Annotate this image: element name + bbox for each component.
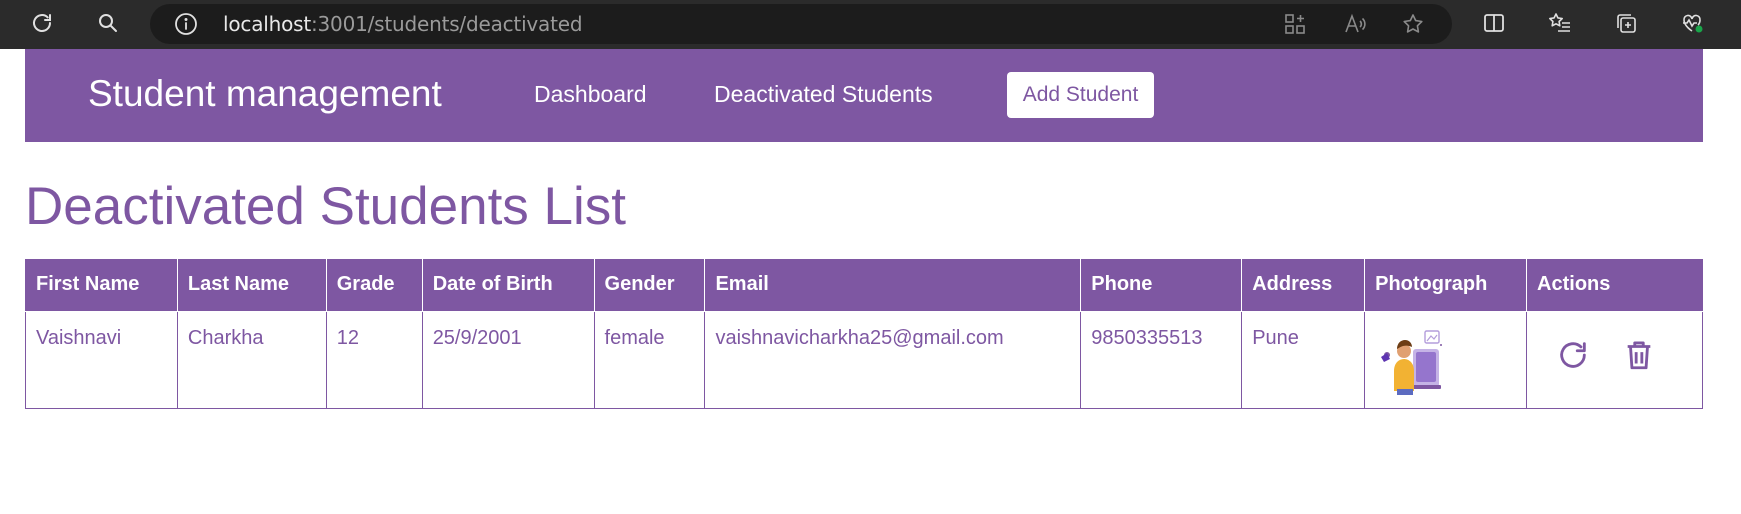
cell-actions bbox=[1526, 310, 1703, 409]
nav-link-deactivated-students[interactable]: Deactivated Students bbox=[714, 80, 933, 108]
column-header-last-name: Last Name bbox=[176, 259, 327, 312]
split-screen-icon[interactable] bbox=[1479, 8, 1509, 38]
cell-last-name: Charkha bbox=[176, 310, 327, 409]
delete-icon[interactable] bbox=[1619, 335, 1659, 375]
info-icon[interactable] bbox=[174, 12, 198, 36]
address-bar[interactable]: localhost:3001/students/deactivated bbox=[150, 4, 1452, 44]
column-header-address: Address bbox=[1241, 259, 1366, 312]
cell-gender: female bbox=[593, 310, 706, 409]
add-student-button[interactable]: Add Student bbox=[1007, 72, 1154, 118]
column-header-photograph: Photograph bbox=[1364, 259, 1528, 312]
column-header-date-of-birth: Date of Birth bbox=[421, 259, 595, 312]
url-host: localhost bbox=[223, 12, 311, 36]
restore-icon[interactable] bbox=[1553, 335, 1593, 375]
cell-address: Pune bbox=[1241, 310, 1366, 409]
url-path: :3001/students/deactivated bbox=[310, 12, 583, 36]
page-title: Deactivated Students List bbox=[25, 177, 627, 236]
cell-phone: 9850335513 bbox=[1080, 310, 1243, 409]
browser-health-icon[interactable] bbox=[1677, 8, 1707, 38]
column-header-gender: Gender bbox=[593, 259, 706, 312]
table-row: Vaishnavi Charkha 12 25/9/2001 female va… bbox=[25, 310, 1703, 409]
collections-icon[interactable] bbox=[1611, 8, 1641, 38]
column-header-actions: Actions bbox=[1526, 259, 1703, 312]
nav-link-dashboard[interactable]: Dashboard bbox=[534, 80, 647, 108]
app-navbar: Student management Dashboard Deactivated… bbox=[25, 49, 1703, 142]
table-header-row: First Name Last Name Grade Date of Birth… bbox=[25, 259, 1703, 312]
row-actions bbox=[1537, 327, 1692, 375]
cell-photograph bbox=[1364, 310, 1528, 409]
student-photo bbox=[1381, 329, 1443, 395]
cell-date-of-birth: 25/9/2001 bbox=[421, 310, 595, 409]
read-aloud-icon[interactable] bbox=[1343, 12, 1369, 38]
cell-first-name: Vaishnavi bbox=[25, 310, 178, 409]
browser-toolbar: localhost:3001/students/deactivated bbox=[0, 0, 1741, 49]
column-header-first-name: First Name bbox=[25, 259, 178, 312]
cell-grade: 12 bbox=[325, 310, 423, 409]
brand-title[interactable]: Student management bbox=[88, 73, 442, 115]
app-grid-icon[interactable] bbox=[1283, 12, 1309, 38]
column-header-grade: Grade bbox=[325, 259, 423, 312]
deactivated-students-table: First Name Last Name Grade Date of Birth… bbox=[25, 259, 1703, 409]
favorites-list-icon[interactable] bbox=[1545, 8, 1575, 38]
column-header-email: Email bbox=[704, 259, 1082, 312]
search-icon[interactable] bbox=[93, 8, 123, 38]
refresh-icon[interactable] bbox=[27, 8, 57, 38]
url-text[interactable]: localhost:3001/students/deactivated bbox=[223, 12, 583, 36]
favorite-star-icon[interactable] bbox=[1401, 12, 1427, 38]
cell-email: vaishnavicharkha25@gmail.com bbox=[704, 310, 1082, 409]
column-header-phone: Phone bbox=[1080, 259, 1243, 312]
